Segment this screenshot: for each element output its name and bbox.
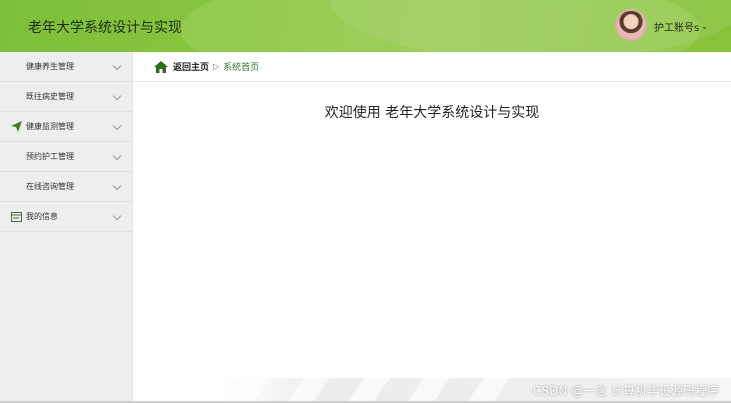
grid-icon [11,181,22,192]
grid-icon [11,151,22,162]
grid-icon [11,61,22,72]
sidebar-item-caregiver-booking[interactable]: 预约护工管理 [0,142,132,172]
sidebar-item-online-consult[interactable]: 在线咨询管理 [0,172,132,202]
user-avatar[interactable] [615,9,647,41]
sidebar-item-label: 健康养生管理 [26,62,74,71]
chevron-down-icon [112,211,122,221]
welcome-message: 欢迎使用 老年大学系统设计与实现 [324,105,540,121]
breadcrumb-current-page[interactable]: 系统首页 [223,60,259,73]
sidebar-item-my-info[interactable]: 我的信息 [0,202,132,232]
id-card-icon [11,211,22,222]
sidebar-item-label: 在线咨询管理 [26,182,74,191]
chevron-down-icon [112,151,122,161]
breadcrumb: 返回主页 ▷ 系统首页 [133,52,731,82]
app-title: 老年大学系统设计与实现 [28,20,182,36]
breadcrumb-separator-icon: ▷ [213,62,220,71]
top-header: 老年大学系统设计与实现 护工账号s ⌄ [0,0,731,52]
chevron-down-icon [112,181,122,191]
chevron-down-icon [112,61,122,71]
user-account-label: 护工账号s [654,23,700,34]
user-account-menu[interactable]: 护工账号s ⌄ [654,19,708,34]
sidebar: 健康养生管理 既往病史管理 健康监测管理 预约护工管理 在线咨询管理 我的信息 [0,52,133,403]
sidebar-item-label: 健康监测管理 [26,122,74,131]
sidebar-item-health-monitoring[interactable]: 健康监测管理 [0,112,132,142]
home-icon[interactable] [154,60,168,73]
sidebar-item-medical-history[interactable]: 既往病史管理 [0,82,132,112]
chevron-down-icon [112,121,122,131]
breadcrumb-home-link[interactable]: 返回主页 [173,60,209,73]
sidebar-item-label: 我的信息 [26,212,58,221]
sidebar-item-label: 既往病史管理 [26,92,74,101]
sidebar-item-health-wellness[interactable]: 健康养生管理 [0,52,132,82]
paper-plane-icon [11,121,22,132]
watermark-text: CSDN @一念 计算机毕设源码程序 [533,384,719,398]
chevron-down-icon: ⌄ [701,22,708,31]
sidebar-item-label: 预约护工管理 [26,152,74,161]
chevron-down-icon [112,91,122,101]
grid-icon [11,91,22,102]
